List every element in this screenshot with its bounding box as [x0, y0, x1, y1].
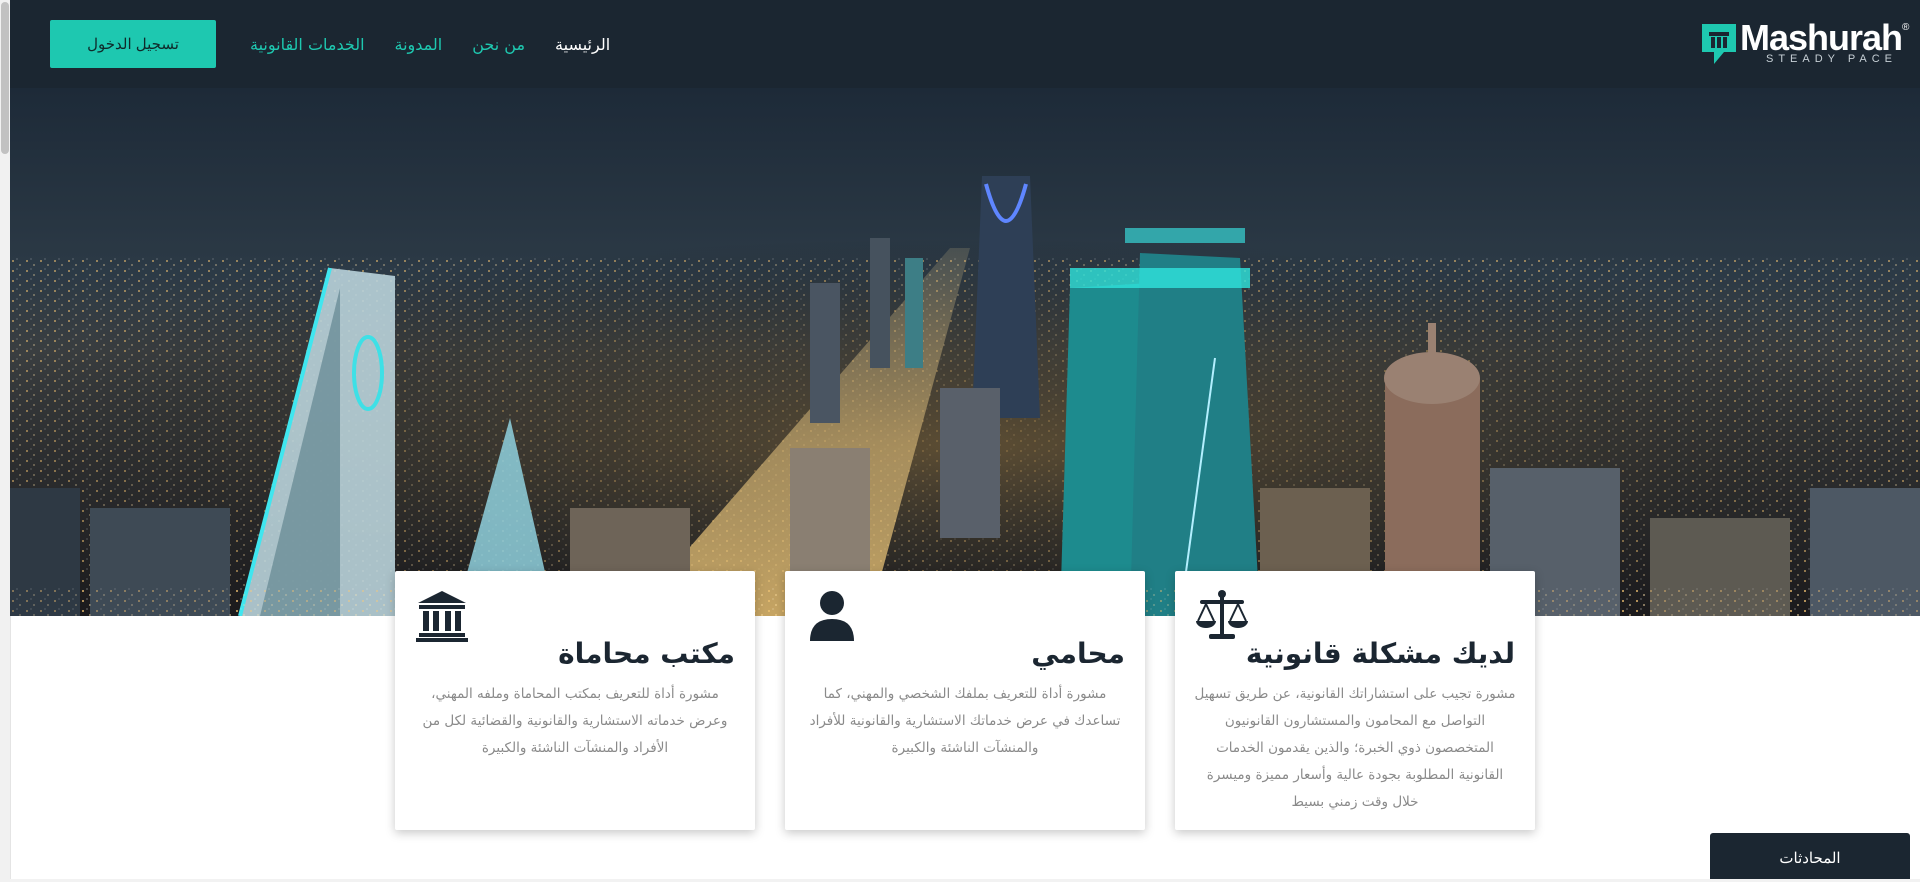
card-title: محامي	[1031, 637, 1125, 670]
card-legal-problem[interactable]: لديك مشكلة قانونية مشورة تجيب على استشار…	[1175, 571, 1535, 830]
top-navbar: تسجيل الدخول الرئيسية من نحن المدونة الخ…	[10, 0, 1920, 88]
main-nav: الرئيسية من نحن المدونة الخدمات القانوني…	[250, 30, 610, 58]
night-city-skyline-image	[10, 88, 1920, 616]
card-law-firm[interactable]: مكتب محاماة مشورة أداة للتعريف بمكتب الم…	[395, 571, 755, 830]
hero-banner	[10, 88, 1920, 616]
card-description: مشورة تجيب على استشاراتك القانونية، عن ط…	[1194, 686, 1516, 810]
card-title: مكتب محاماة	[558, 637, 735, 670]
brand-logo[interactable]: Mashurah® STEADY PACE	[1700, 18, 1909, 70]
card-title: لديك مشكلة قانونية	[1245, 637, 1515, 670]
nav-link-about[interactable]: من نحن	[472, 35, 525, 54]
brand-tagline: STEADY PACE	[1766, 53, 1898, 65]
login-button[interactable]: تسجيل الدخول	[50, 20, 216, 68]
service-cards: لديك مشكلة قانونية مشورة تجيب على استشار…	[395, 571, 1535, 830]
scales-icon	[1196, 590, 1248, 639]
nav-link-home[interactable]: الرئيسية	[555, 35, 610, 54]
person-icon	[810, 591, 854, 641]
bank-building-icon	[416, 591, 468, 642]
card-description: مشورة أداة للتعريف بمكتب المحاماة وملفه …	[422, 686, 728, 756]
card-lawyer[interactable]: محامي مشورة أداة للتعريف بملفك الشخصي وا…	[785, 571, 1145, 830]
registered-mark: ®	[1902, 22, 1909, 33]
nav-link-blog[interactable]: المدونة	[395, 35, 443, 54]
chat-conversations-button[interactable]: المحادثات	[1710, 833, 1910, 882]
mashurah-logo-mark-icon	[1702, 24, 1736, 64]
card-description: مشورة أداة للتعريف بملفك الشخصي والمهني،…	[809, 686, 1121, 756]
nav-link-legal-services[interactable]: الخدمات القانونية	[250, 35, 365, 54]
scrollbar-thumb[interactable]	[1, 2, 9, 154]
